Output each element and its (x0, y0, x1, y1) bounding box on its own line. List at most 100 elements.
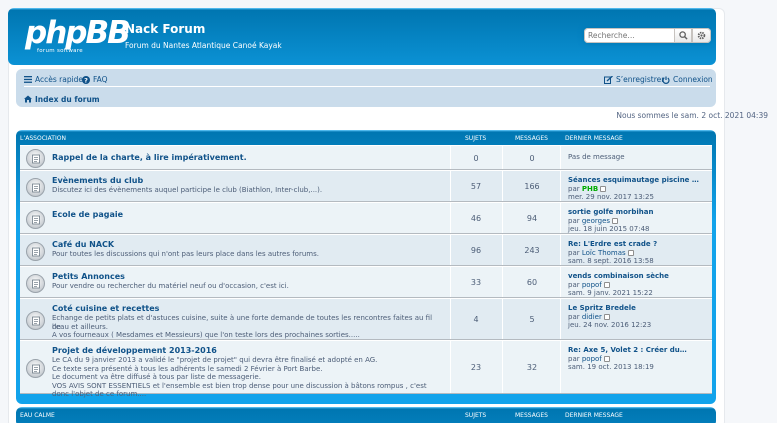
forum-description: VOS AVIS SONT ESSENTIELS et l'ensemble e… (52, 381, 427, 390)
search-button[interactable] (674, 28, 692, 43)
posts-count: 0 (529, 154, 535, 163)
column-topics: SUJETS (465, 412, 487, 419)
forum-row: Petits Annonces Pour vendre ou rechercher… (20, 266, 712, 298)
breadcrumb: Index du forum (24, 93, 100, 105)
last-post-title[interactable]: sortie golfe morbihan (568, 208, 653, 216)
forum-description: Le document va être diffusé à tous par l… (52, 373, 261, 381)
search-input[interactable] (584, 28, 675, 43)
forum-title[interactable]: Rappel de la charte, à lire impérativeme… (52, 153, 247, 162)
column-divider (560, 299, 561, 339)
last-post-by-prefix: par (568, 354, 580, 363)
forum-read-icon (26, 311, 45, 330)
quick-access-label: Accès rapide (35, 75, 84, 84)
document-icon (31, 215, 40, 224)
login-link[interactable]: Connexion (662, 75, 713, 84)
forum-description: donc l'objet de ce forum.... (52, 390, 147, 398)
last-post-title[interactable]: Le Spritz Bredele (568, 304, 636, 312)
site-logo[interactable]: phpBB forum software (25, 15, 131, 56)
forum-row: Coté cuisine et recettes Echange de petit… (20, 298, 712, 340)
last-post-by-prefix: par (568, 216, 580, 225)
login-label: Connexion (673, 75, 713, 84)
topics-count: 23 (470, 363, 482, 372)
quick-access-link[interactable]: Accès rapide (24, 75, 83, 84)
header-bar: phpBB forum software Nack Forum Forum du… (8, 8, 716, 65)
category-header: EAU CALME SUJETS MESSAGES DERNIER MESSAG… (20, 407, 712, 422)
last-post-by-prefix: par (568, 312, 580, 321)
posts-count: 60 (526, 278, 538, 287)
advanced-search-button[interactable] (692, 28, 711, 43)
forum-title[interactable]: Projet de développement 2013-2016 (52, 346, 217, 355)
document-icon (31, 183, 40, 192)
forum-title[interactable]: Evènements du club (52, 176, 143, 185)
register-link[interactable]: S’enregistrer (604, 75, 664, 84)
last-post-by-prefix: par (568, 248, 580, 257)
navbar: Accès rapide ? FAQ S’enregistrer Connexi… (16, 69, 716, 107)
forum-read-icon (26, 149, 45, 168)
forum-title[interactable]: Petits Annonces (52, 272, 125, 281)
last-post-by-prefix: par (568, 280, 580, 289)
view-latest-post-icon[interactable] (600, 185, 607, 192)
last-post-author[interactable]: georges (582, 217, 610, 225)
topics-count: 46 (470, 214, 482, 223)
column-divider (502, 171, 503, 201)
column-last-post: DERNIER MESSAGE (565, 135, 623, 142)
site-description: Forum du Nantes Atlantique Canoé Kayak (125, 41, 282, 50)
menu-icon (24, 76, 32, 83)
posts-count: 5 (529, 315, 535, 324)
breadcrumb-forum-index[interactable]: Index du forum (35, 95, 100, 104)
last-post-date: sam. 8 sept. 2016 13:58 (568, 257, 654, 265)
forum-list: Rappel de la charte, à lire impérativeme… (20, 145, 712, 398)
last-post-title[interactable]: Re: Axe 5, Volet 2 : Créer du… (568, 346, 687, 354)
last-post-author[interactable]: popof (582, 281, 602, 289)
last-post-title[interactable]: Re: L'Erdre est crade ? (568, 240, 657, 248)
last-post-author[interactable]: Loïc Thomas (582, 249, 626, 257)
column-divider (450, 171, 451, 201)
column-divider (502, 235, 503, 265)
forum-title[interactable]: Café du NACK (52, 240, 114, 249)
category-title[interactable]: EAU CALME (20, 412, 55, 419)
topics-count: 33 (470, 278, 482, 287)
column-last-post: DERNIER MESSAGE (565, 412, 623, 419)
category-title[interactable]: L’ASSOCIATION (20, 135, 66, 142)
last-post-title[interactable]: Séances esquimautage piscine … (568, 176, 699, 184)
view-latest-post-icon[interactable] (603, 281, 610, 288)
search-icon (678, 31, 688, 40)
last-post-author[interactable]: popof (582, 355, 602, 363)
last-post-date: jeu. 18 juin 2015 07:48 (568, 225, 650, 233)
topics-count: 57 (470, 182, 482, 191)
forum-description: Discutez ici des évènements auquel parti… (52, 186, 323, 194)
topics-count: 96 (470, 246, 482, 255)
topics-count: 4 (473, 315, 479, 324)
last-post-author[interactable]: didier (582, 313, 602, 321)
document-icon (31, 154, 40, 163)
document-icon (31, 316, 40, 325)
forum-read-icon (26, 210, 45, 229)
forum-description: Pour vendre ou rechercher du matériel ne… (52, 282, 289, 290)
category-block: L’ASSOCIATION SUJETS MESSAGES DERNIER ME… (16, 130, 716, 404)
logo-subtitle: forum software (37, 48, 83, 54)
last-post-info: Re: L'Erdre est crade ? par Loïc Thomas sa… (568, 240, 708, 266)
view-latest-post-icon[interactable] (603, 313, 610, 320)
current-date: Nous sommes le sam. 2 oct. 2021 04:39 (616, 111, 768, 120)
forum-title[interactable]: Ecole de pagaie (52, 210, 123, 219)
forum-read-icon (26, 242, 45, 261)
forum-row: Evènements du club Discutez ici des évène… (20, 170, 712, 202)
faq-link[interactable]: ? FAQ (82, 75, 108, 84)
column-divider (450, 235, 451, 265)
posts-count: 94 (526, 214, 538, 223)
last-post-info: sortie golfe morbihan par georges jeu. 18 … (568, 208, 708, 234)
last-post-title[interactable]: vends combinaison sèche (568, 272, 669, 280)
category-block: EAU CALME SUJETS MESSAGES DERNIER MESSAG… (16, 407, 716, 423)
document-icon (31, 279, 40, 288)
last-post-author[interactable]: PHB (582, 185, 598, 193)
column-divider (560, 203, 561, 233)
posts-count: 243 (524, 246, 540, 255)
column-divider (560, 171, 561, 201)
column-divider (450, 267, 451, 297)
view-latest-post-icon[interactable] (603, 355, 610, 362)
view-latest-post-icon[interactable] (627, 249, 634, 256)
site-title[interactable]: Nack Forum (125, 22, 205, 36)
power-icon (662, 76, 670, 84)
forum-title[interactable]: Coté cuisine et recettes (52, 304, 159, 313)
view-latest-post-icon[interactable] (612, 217, 619, 224)
